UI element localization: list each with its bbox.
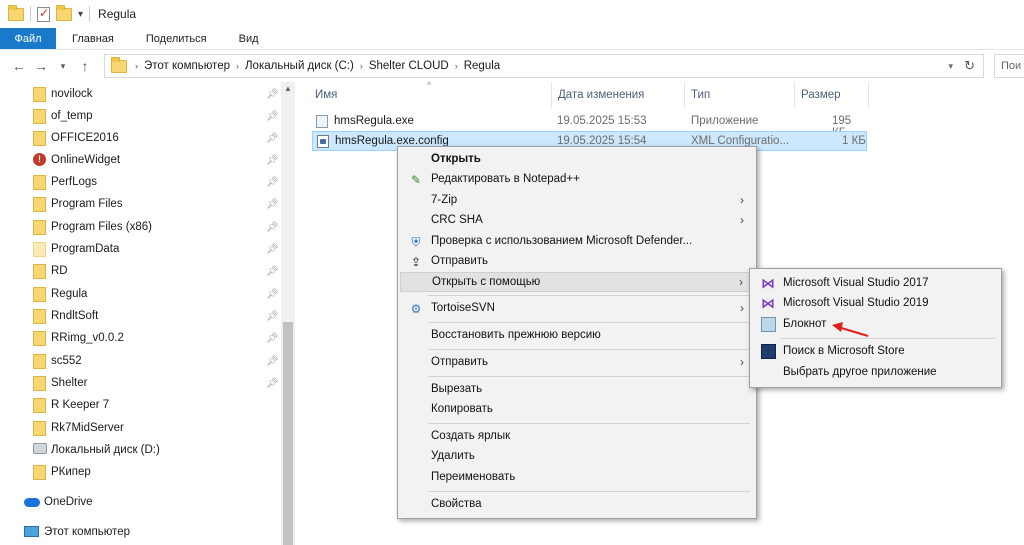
annotation-arrow-head [832,322,843,332]
annotation-arrow-line [837,326,869,337]
annotation-arrow [832,322,869,337]
